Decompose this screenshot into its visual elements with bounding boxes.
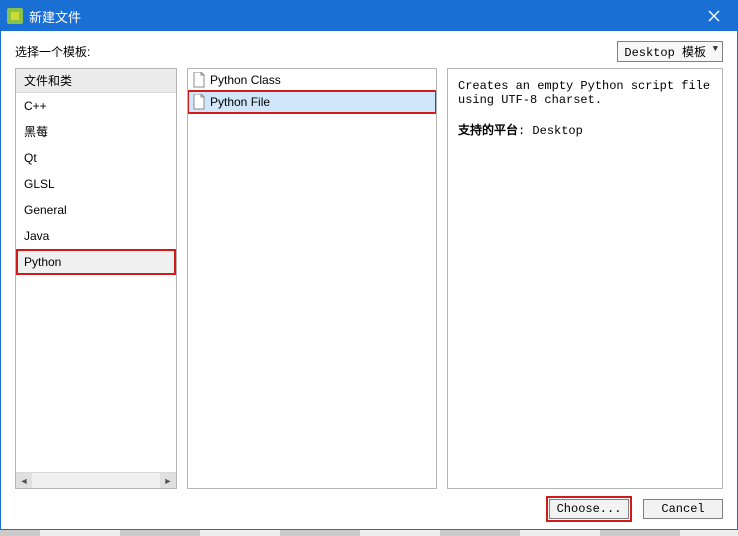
categories-list[interactable]: C++ 黑莓 Qt GLSL General Java Python: [16, 93, 176, 472]
titlebar: 新建文件: [1, 1, 737, 31]
button-row: Choose... Cancel: [15, 489, 723, 519]
scroll-right-icon[interactable]: ►: [160, 473, 176, 489]
category-glsl[interactable]: GLSL: [16, 171, 176, 197]
file-icon: [192, 94, 206, 110]
category-cpp[interactable]: C++: [16, 93, 176, 119]
file-icon: [192, 72, 206, 88]
choose-button[interactable]: Choose...: [549, 499, 629, 519]
panels-row: 文件和类 C++ 黑莓 Qt GLSL General Java Python …: [15, 68, 723, 489]
dialog-window: 新建文件 选择一个模板: Desktop 模板 文件和类 C++ 黑莓 Qt: [0, 0, 738, 530]
category-python[interactable]: Python: [16, 249, 176, 275]
status-strip: [0, 530, 738, 536]
window-title: 新建文件: [29, 7, 81, 26]
category-blackberry[interactable]: 黑莓: [16, 119, 176, 145]
scroll-left-icon[interactable]: ◄: [16, 473, 32, 489]
categories-scrollbar[interactable]: ◄ ►: [16, 472, 176, 488]
categories-header: 文件和类: [16, 69, 176, 93]
category-java[interactable]: Java: [16, 223, 176, 249]
top-row: 选择一个模板: Desktop 模板: [15, 41, 723, 62]
description-text: Creates an empty Python script file usin…: [458, 79, 712, 107]
platform-label: 支持的平台: [458, 123, 518, 137]
categories-panel: 文件和类 C++ 黑莓 Qt GLSL General Java Python …: [15, 68, 177, 489]
prompt-label: 选择一个模板:: [15, 43, 90, 60]
cancel-button[interactable]: Cancel: [643, 499, 723, 519]
dialog-body: 选择一个模板: Desktop 模板 文件和类 C++ 黑莓 Qt GLSL G…: [1, 31, 737, 529]
platform-line: 支持的平台: Desktop: [458, 121, 712, 138]
dropdown-value: Desktop 模板: [624, 46, 706, 60]
template-python-file[interactable]: Python File: [188, 91, 436, 113]
category-qt[interactable]: Qt: [16, 145, 176, 171]
description-panel: Creates an empty Python script file usin…: [447, 68, 723, 489]
template-python-class[interactable]: Python Class: [188, 69, 436, 91]
template-filter-dropdown[interactable]: Desktop 模板: [617, 41, 723, 62]
templates-panel: Python Class Python File: [187, 68, 437, 489]
category-general[interactable]: General: [16, 197, 176, 223]
platform-value: Desktop: [532, 124, 582, 138]
templates-list[interactable]: Python Class Python File: [188, 69, 436, 488]
close-button[interactable]: [691, 1, 737, 31]
close-icon: [708, 10, 720, 22]
app-icon: [7, 8, 23, 24]
